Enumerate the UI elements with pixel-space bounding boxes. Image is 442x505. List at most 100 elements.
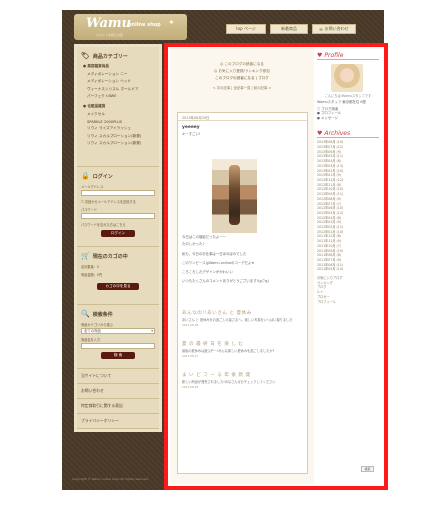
password-field[interactable] <box>81 213 155 219</box>
nav-contact[interactable]: ✉ お問い合わせ <box>312 24 356 34</box>
info-icon: ◎ <box>220 62 224 66</box>
message-icon: ● <box>317 115 320 120</box>
category-item[interactable]: ヴィーナスシリスル ホールドア <box>87 87 155 92</box>
view-cart-button[interactable]: カゴの中を見る <box>97 283 139 290</box>
profile-link[interactable]: ● メッセージ <box>317 116 379 121</box>
cart-box: 🛒 現在のカゴの中 合計数量：0 商品金額：0円 カゴの中を見る <box>77 247 159 305</box>
category-title: 商品カテゴリー <box>92 53 128 60</box>
sidebar-link-contact[interactable]: お問い合わせ <box>77 384 159 399</box>
reader-icon: ▢ <box>317 106 321 111</box>
nav-new[interactable]: 新着商品 <box>270 24 308 34</box>
checkbox-icon[interactable]: ☐ <box>81 200 84 204</box>
logo-text: Wamu <box>86 16 132 31</box>
mail-icon: ✉ <box>319 26 323 32</box>
footer-text: Copyright © Wamu online shop All rights … <box>72 477 149 481</box>
login-box: 🔒 ログイン メールアドレス ☐ 次回からメールアドレスを記憶する パスワード パ… <box>77 167 159 247</box>
related-date: 2013-08-26 <box>182 385 199 390</box>
category-item[interactable]: リウィ スカルプローション(新発) <box>87 141 155 146</box>
post-date: 2013年08月29日 <box>178 113 307 121</box>
related-title[interactable]: 夏 の 最 終 日 を 楽 し む <box>182 341 303 347</box>
related-date: 2013-08-27 <box>182 354 199 359</box>
bottom-list: お気に入りブログ ランキング ブログ ルイ ブロガー プロフィール <box>317 276 379 304</box>
logo-tagline: カワイイを贈るお店 <box>96 33 124 37</box>
related-post[interactable]: 夏 の 最 終 日 を 楽 し む 最後の夏休みは遊ぶぞー!みんな楽しい夏休みを… <box>178 341 307 358</box>
blog-post: 2013年08月29日 yeeeey キーすごい! 今日はこの撮影だったよーー … <box>177 112 308 474</box>
remember-label: 次回からメールアドレスを記憶する <box>84 200 136 204</box>
cart-title: 現在のカゴの中 <box>92 253 128 260</box>
reader-notice[interactable]: ◎ このブログの読者になる <box>170 62 314 67</box>
related-post[interactable]: ま い ど フ ー る 年 後 新 発 新しい商品が発売されました!みなさんぜひ… <box>178 372 307 389</box>
category-item[interactable]: メイクセル <box>87 112 155 117</box>
site-logo[interactable]: Wamu online shop カワイイを贈るお店 ✦ <box>74 14 187 40</box>
archive-item[interactable]: 2011年05月 (10) <box>317 267 379 272</box>
related-title[interactable]: ま い ど フ ー る 年 後 新 発 <box>182 372 303 378</box>
post-pagination[interactable]: < 次の記事 | 全記事一覧 | 前の記事 > <box>170 85 314 90</box>
profile-link-label: ブログ読者 <box>321 106 339 111</box>
sidebar-link-legal[interactable]: 特定商取引に関する表記 <box>77 399 159 414</box>
cart-icon: 🛒 <box>81 252 90 260</box>
sidebar-bottom-item[interactable]: プロフィール <box>317 300 379 305</box>
category-item[interactable]: メディボレーション ヘッド <box>87 79 155 84</box>
search-button[interactable]: 検 索 <box>101 352 135 359</box>
category-select-value: 全ての商品 <box>84 329 101 333</box>
reader-notice-text: このブログの読者になる <box>224 62 264 66</box>
left-sidebar: 🏷 商品カテゴリー ● 美容雑貨商品 メディボレーション ニー メディボレーション… <box>74 44 162 432</box>
email-field[interactable] <box>81 190 155 196</box>
category-item[interactable]: SPARKLE 2000PLUS <box>87 120 155 124</box>
lock-icon: 🔒 <box>81 172 90 180</box>
remember-checkbox[interactable]: ☐ 次回からメールアドレスを記憶する <box>81 199 155 204</box>
sidebar-small-button[interactable]: 検索 <box>361 466 374 472</box>
category-group: ● 美容雑貨商品 <box>83 64 109 68</box>
category-item[interactable]: リウィ ライズアイラッシュ <box>87 126 155 131</box>
related-text: あいさん と 夏休みをお過ごしの皆さまへ。楽しい写真をいっぱい撮りました <box>182 318 293 323</box>
related-date: 2013-08-28 <box>182 323 199 328</box>
nav-new-label: 新着商品 <box>281 26 297 31</box>
related-title[interactable]: あんなの!!あいさん と 夏休み <box>182 310 303 316</box>
heart-icon: ♥ <box>317 52 323 59</box>
cart-total: 商品金額：0円 <box>81 273 103 277</box>
sidebar-link-privacy[interactable]: プライバシーポリシー <box>77 414 159 429</box>
mail-label: メールアドレス <box>81 185 104 189</box>
category-item[interactable]: メディボレーション ニー <box>87 72 155 77</box>
post-line: 今日はこの撮影だったよーー <box>182 235 227 240</box>
logo-sub: online shop <box>128 22 161 28</box>
cart-count: 合計数量：0 <box>81 265 99 269</box>
profile-link-label: プロフィール <box>321 111 342 116</box>
profile-name: こんにちは!Wamuスタッフです <box>324 94 372 98</box>
login-button[interactable]: ログイン <box>101 230 135 237</box>
favorite-notice-text: お気に入り登録/ランキング参加 <box>218 69 270 73</box>
right-sidebar: ♥ Profile こんにちは!Wamuスタッフです Wamuスタッフ 東京都在住… <box>317 52 379 304</box>
tag-icon: 🏷 <box>81 52 90 60</box>
profile-link-label: メッセージ <box>321 115 338 120</box>
archive-list: 2013年08月 (10) 2013年07月 (12) 2013年06月 (9) 20… <box>317 140 379 272</box>
category-box: 🏷 商品カテゴリー ● 美容雑貨商品 メディボレーション ニー メディボレーション… <box>77 47 159 167</box>
post-photo[interactable] <box>212 159 257 233</box>
search-box: 🔍 検索条件 商品カテゴリから選ぶ 全ての商品 ▾ 商品名を入力 検 索 <box>77 305 159 369</box>
category-select[interactable]: 全ての商品 ▾ <box>81 328 155 334</box>
profile-info: Wamuスタッフ 東京都在住 B型 <box>317 100 367 104</box>
heart-icon: ♥ <box>317 130 323 138</box>
search-name-label: 商品名を入力 <box>81 338 101 342</box>
sidebar-link-about[interactable]: 当サイトについて <box>77 369 159 384</box>
search-icon: 🔍 <box>81 310 90 318</box>
related-text: 新しい商品が発売されました!みなさんぜひチェックしてください <box>182 380 276 385</box>
nav-contact-label: お問い合わせ <box>324 26 349 31</box>
related-post[interactable]: あんなの!!あいさん と 夏休み あいさん と 夏休みをお過ごしの皆さまへ。楽し… <box>178 310 307 327</box>
profile-title: Profile <box>324 52 344 59</box>
post-line: いつもたくさんのコメントありがとうございます!(≧▽≦) <box>182 279 269 284</box>
search-title: 検索条件 <box>92 311 113 318</box>
search-input[interactable] <box>81 343 155 349</box>
profile-icon: ● <box>317 111 320 116</box>
subscribe-notice[interactable]: このブログの読者になる | ブログ <box>170 76 314 81</box>
forgot-password-link[interactable]: パスワードを忘れた方はこちら <box>81 222 155 227</box>
avatar[interactable] <box>331 64 363 92</box>
favorite-notice[interactable]: ◎ お気に入り登録/ランキング参加 <box>170 69 314 74</box>
nav-top[interactable]: top ページ <box>226 24 266 34</box>
category-item[interactable]: パーフェクトBWE <box>87 94 155 99</box>
login-title: ログイン <box>92 173 113 180</box>
sparkle-icon: ✦ <box>168 18 175 27</box>
category-heading: 🏷 商品カテゴリー <box>81 51 155 61</box>
archives-heading: ♥ Archives <box>317 130 379 139</box>
category-item[interactable]: リウィ スカルプローション(新発) <box>87 134 155 139</box>
post-line: このワンピースはWamu onlineのコーデだよ★ <box>182 260 255 265</box>
